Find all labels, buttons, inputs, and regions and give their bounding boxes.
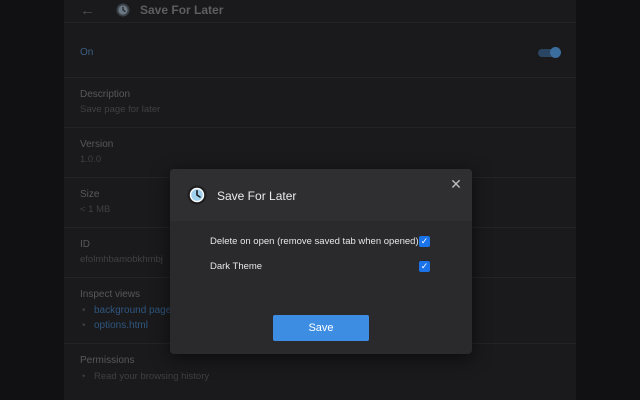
- divider: [64, 77, 576, 78]
- inspect-link-background-page[interactable]: • background page: [82, 305, 171, 316]
- description-value: Save page for later: [80, 104, 161, 115]
- version-label: Version: [80, 139, 114, 150]
- clock-icon: [187, 185, 207, 205]
- inspect-views-label: Inspect views: [80, 289, 141, 300]
- id-value: efolmhbamobkhmbj: [80, 254, 163, 265]
- page-title: Save For Later: [140, 3, 224, 17]
- size-value: < 1 MB: [80, 204, 111, 215]
- bullet: •: [82, 371, 86, 382]
- bullet: •: [82, 320, 86, 331]
- dialog-title: Save For Later: [217, 189, 297, 203]
- dialog-header: Save For Later ✕: [170, 169, 472, 221]
- delete-on-open-checkbox[interactable]: ✓: [419, 236, 430, 247]
- inspect-link-options[interactable]: • options.html: [82, 320, 148, 331]
- permission-item: • Read your browsing history: [82, 371, 209, 382]
- permission-text: Read your browsing history: [94, 371, 210, 382]
- save-button[interactable]: Save: [273, 315, 369, 341]
- page-header: ← Save For Later: [64, 0, 576, 22]
- version-value: 1.0.0: [80, 154, 102, 165]
- link-text: background page: [94, 305, 172, 316]
- bullet: •: [82, 305, 86, 316]
- dark-theme-checkbox[interactable]: ✓: [419, 261, 430, 272]
- option-label: Delete on open (remove saved tab when op…: [210, 236, 419, 247]
- permissions-label: Permissions: [80, 355, 135, 366]
- option-label: Dark Theme: [210, 261, 263, 272]
- divider: [64, 22, 576, 23]
- back-arrow-icon[interactable]: ←: [80, 3, 98, 19]
- link-text: options.html: [94, 320, 148, 331]
- divider: [64, 127, 576, 128]
- option-delete-on-open: Delete on open (remove saved tab when op…: [210, 235, 432, 249]
- clock-icon: [116, 3, 130, 17]
- enabled-toggle[interactable]: [538, 47, 562, 58]
- option-dark-theme: Dark Theme ✓: [210, 260, 432, 274]
- enabled-label: On: [80, 47, 94, 58]
- description-label: Description: [80, 89, 131, 100]
- id-label: ID: [80, 239, 90, 250]
- close-icon[interactable]: ✕: [449, 177, 463, 191]
- size-label: Size: [80, 189, 100, 200]
- options-dialog: Save For Later ✕ Delete on open (remove …: [170, 169, 472, 354]
- toggle-knob: [550, 47, 561, 58]
